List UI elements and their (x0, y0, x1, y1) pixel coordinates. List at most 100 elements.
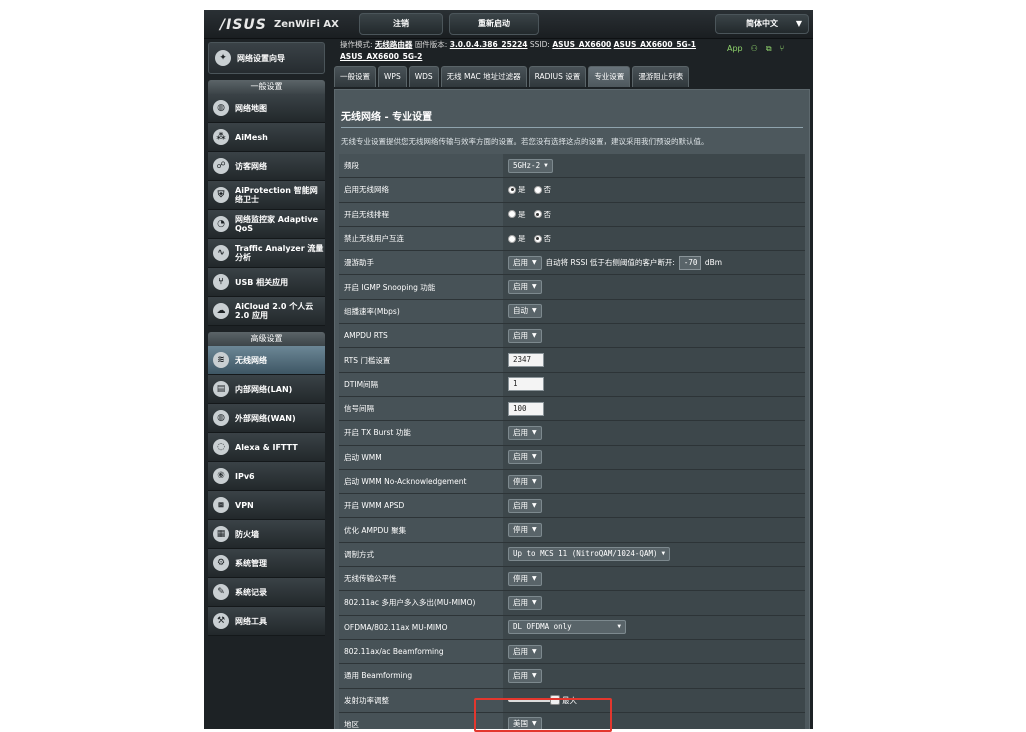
setting-value: 启用 ▼ (503, 324, 805, 348)
sidebar-item-cloud[interactable]: ☁ AiCloud 2.0 个人云 2.0 应用 (208, 297, 325, 326)
radio-option[interactable]: 是 (508, 184, 526, 195)
setting-select[interactable]: 自动 ▼ (508, 304, 542, 319)
sidebar-item-label: AiMesh (235, 132, 268, 142)
setting-select[interactable]: DL OFDMA only ▼ (508, 620, 626, 635)
sidebar-item-vpn[interactable]: ⧈ VPN (208, 491, 325, 520)
setting-text-input[interactable]: 2347 (508, 353, 544, 368)
chevron-down-icon: ▼ (532, 307, 537, 315)
tab-6[interactable]: 漫游阻止列表 (632, 66, 690, 87)
radio-button[interactable] (533, 185, 542, 194)
sidebar-item-firewall[interactable]: ▦ 防火墙 (208, 520, 325, 549)
setting-select[interactable]: 停用 ▼ (508, 571, 542, 586)
setting-select[interactable]: 启用 ▼ (508, 595, 542, 610)
log-icon: ✎ (213, 584, 229, 600)
setting-select[interactable]: 启用 ▼ (508, 450, 542, 465)
sidebar-item-guest-network[interactable]: ☍ 访客网络 (208, 152, 325, 181)
setting-label: 通用 Beamforming (339, 664, 503, 688)
sidebar-item-lan[interactable]: ▤ 内部网络(LAN) (208, 375, 325, 404)
usb-status-icon[interactable]: ⑂ (780, 44, 785, 53)
sidebar-item-analyzer[interactable]: ∿ Traffic Analyzer 流量分析 (208, 239, 325, 268)
radio-button[interactable] (508, 185, 516, 194)
tab-3[interactable]: 无线 MAC 地址过滤器 (440, 66, 527, 87)
setting-value: 100 (503, 396, 805, 421)
ssid-3[interactable]: ASUS_AX6600_5G-2 (340, 52, 422, 61)
users-icon[interactable]: ⚇ (751, 44, 758, 53)
tab-4[interactable]: RADIUS 设置 (528, 66, 587, 87)
chevron-down-icon: ▼ (532, 501, 537, 509)
radio-option[interactable]: 是 (508, 209, 526, 220)
sidebar-item-alexa[interactable]: ◌ Alexa & IFTTT (208, 433, 325, 462)
setting-select[interactable]: 停用 ▼ (508, 474, 542, 489)
app-icon[interactable]: App (727, 44, 743, 53)
radio-option[interactable]: 是 (508, 233, 526, 244)
chevron-down-icon: ▼ (532, 526, 537, 534)
sidebar: ✦ 网络设置向导 一般设置 ◍ 网络地图 ⁂ AiMesh ☍ 访客网络 ⛨ AiProtect… (208, 42, 325, 636)
setting-label: 802.11ac 多用户多入多出(MU-MIMO) (339, 591, 503, 615)
sidebar-item-label: IPv6 (235, 471, 255, 481)
chevron-down-icon: ▼ (617, 623, 621, 631)
sidebar-item-ipv6[interactable]: ⑥ IPv6 (208, 462, 325, 491)
chevron-down-icon: ▼ (532, 283, 537, 291)
sidebar-item-usb[interactable]: ⑂ USB 相关应用 (208, 268, 325, 297)
radio-label: 否 (543, 209, 552, 219)
tab-5[interactable]: 专业设置 (588, 66, 631, 87)
sidebar-item-shield-lock[interactable]: ⛨ AiProtection 智能网络卫士 (208, 181, 325, 210)
setting-select-value: 启用 (513, 646, 528, 656)
roaming-select[interactable]: 启用 ▼ (508, 255, 542, 270)
sidebar-item-gauge[interactable]: ◔ 网络监控家 Adaptive QoS (208, 210, 325, 239)
setting-text-input[interactable]: 1 (508, 377, 544, 392)
fw-value[interactable]: 3.0.0.4.386_25224 (450, 40, 528, 49)
radio-button[interactable] (533, 234, 542, 243)
setting-value: 启用 ▼ (503, 591, 805, 615)
sidebar-item-label: AiCloud 2.0 个人云 2.0 应用 (235, 302, 314, 320)
reboot-button[interactable]: 重新启动 (449, 13, 539, 35)
ssid-2[interactable]: ASUS_AX6600_5G-1 (614, 40, 696, 49)
chevron-down-icon: ▼ (532, 428, 537, 436)
sidebar-item-globe[interactable]: ◍ 网络地图 (208, 94, 325, 123)
setting-select[interactable]: 启用 ▼ (508, 425, 542, 440)
setting-select[interactable]: 启用 ▼ (508, 498, 542, 513)
sidebar-item-log[interactable]: ✎ 系统记录 (208, 578, 325, 607)
sidebar-item-wan-globe[interactable]: ◍ 外部网络(WAN) (208, 404, 325, 433)
logout-button[interactable]: 注销 (359, 13, 443, 35)
sidebar-item-admin[interactable]: ⚙ 系统管理 (208, 549, 325, 578)
chevron-down-icon: ▼ (532, 574, 537, 582)
setting-label: 频段 (339, 154, 503, 178)
tab-2[interactable]: WDS (408, 66, 439, 87)
radio-option[interactable]: 否 (533, 233, 551, 244)
radio-button[interactable] (508, 210, 516, 219)
setting-select[interactable]: 启用 ▼ (508, 668, 542, 683)
setting-select[interactable]: Up to MCS 11 (NitroQAM/1024-QAM) ▼ (508, 547, 671, 562)
setting-row: 启动 WMM 启用 ▼ (339, 445, 805, 470)
network-icon[interactable]: ⧉ (766, 44, 772, 53)
radio-button[interactable] (508, 234, 516, 243)
setting-select[interactable]: 启用 ▼ (508, 644, 542, 659)
setting-label: 优化 AMPDU 聚集 (339, 518, 503, 542)
language-select[interactable]: 简体中文 ▼ (715, 14, 809, 34)
quick-setup-wizard[interactable]: ✦ 网络设置向导 (208, 42, 325, 74)
setting-select-value: 自动 (513, 306, 528, 316)
sidebar-item-wifi[interactable]: ≋ 无线网络 (208, 346, 325, 375)
setting-select[interactable]: 5GHz-2 ▼ (508, 158, 553, 173)
sidebar-item-mesh[interactable]: ⁂ AiMesh (208, 123, 325, 152)
ssid-1[interactable]: ASUS_AX6600 (552, 40, 611, 49)
sidebar-item-label: AiProtection 智能网络卫士 (235, 186, 318, 204)
chevron-down-icon: ▼ (544, 161, 548, 169)
wizard-label: 网络设置向导 (237, 53, 285, 63)
setting-text-input[interactable]: 100 (508, 401, 544, 416)
mode-value[interactable]: 无线路由器 (375, 40, 413, 49)
setting-label: 开启 IGMP Snooping 功能 (339, 275, 503, 299)
radio-option[interactable]: 否 (533, 184, 551, 195)
settings-table: 频段 5GHz-2 ▼ 启用无线网络是否开启无线排程是否禁止无线用户互连是否漫游助手启… (339, 154, 805, 729)
radio-option[interactable]: 否 (533, 209, 552, 220)
setting-value: Up to MCS 11 (NitroQAM/1024-QAM) ▼ (503, 542, 805, 567)
setting-select[interactable]: 启用 ▼ (508, 328, 542, 343)
setting-select[interactable]: 停用 ▼ (508, 523, 542, 538)
sidebar-item-tools[interactable]: ⚒ 网络工具 (208, 607, 325, 636)
tab-1[interactable]: WPS (378, 66, 407, 87)
setting-value: 启用 ▼ (503, 421, 805, 445)
tab-0[interactable]: 一般设置 (334, 66, 376, 87)
radio-button[interactable] (533, 210, 542, 219)
setting-select[interactable]: 启用 ▼ (508, 280, 542, 295)
rssi-input[interactable]: -70 (678, 255, 701, 270)
